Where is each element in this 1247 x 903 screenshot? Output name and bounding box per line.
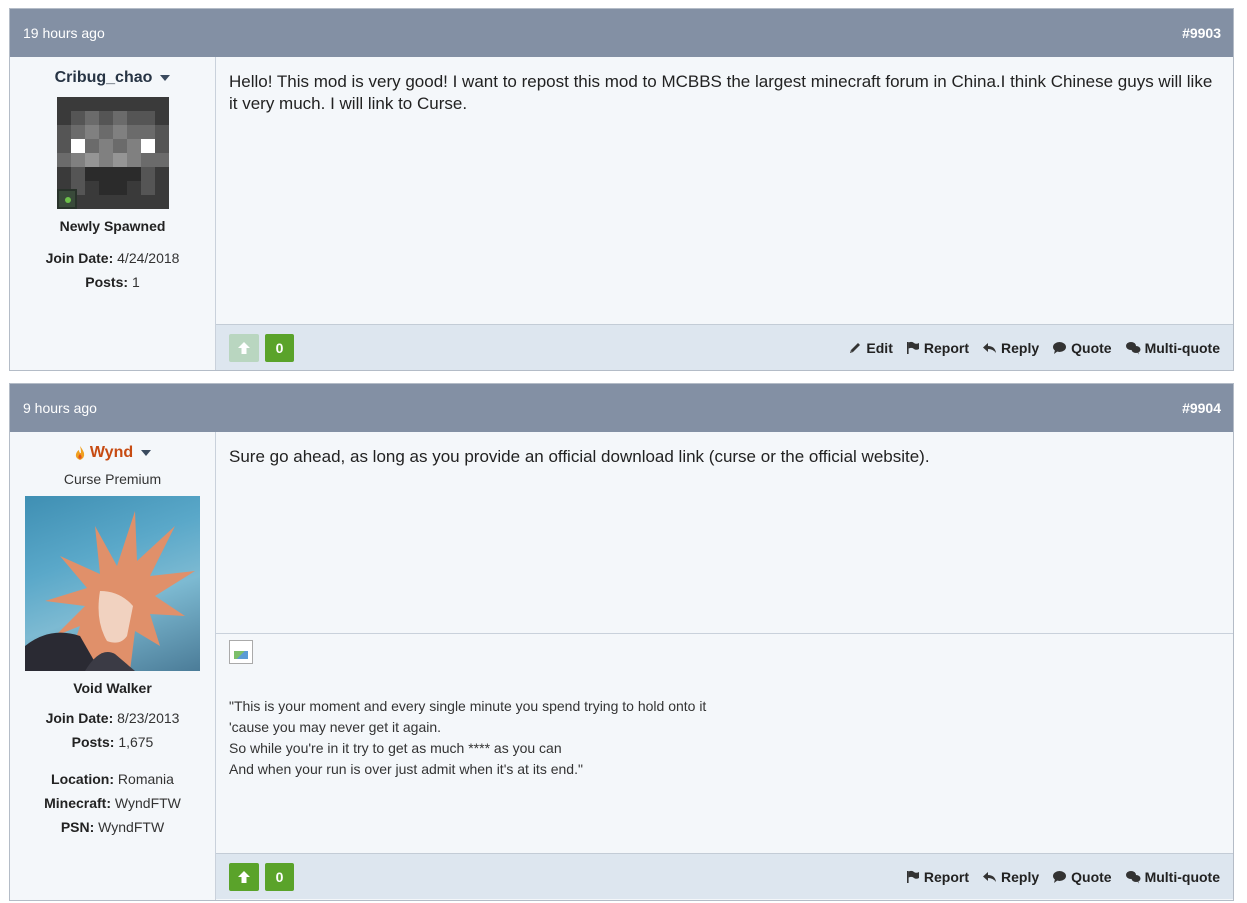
chevron-down-icon[interactable] [160,75,171,81]
post-footer: 0 Edit Report Reply Quote Multi-quote [216,324,1233,370]
location-label: Location: [51,771,115,787]
multi-quote-label[interactable]: Multi-quote [1145,340,1220,356]
post-message: Sure go ahead, as long as you provide an… [229,447,930,466]
report-button[interactable]: Report [906,869,969,885]
vote-score: 0 [265,333,294,362]
join-date: Join Date: 8/23/2013 [10,706,215,730]
post-count-value: 1 [131,274,140,290]
author-title: Curse Premium [63,471,162,487]
reply-button[interactable]: Reply [982,869,1039,885]
reply-button[interactable]: Reply [982,340,1039,356]
author-name-link[interactable]: Cribug_chao [55,69,153,87]
post-time: 19 hours ago [23,25,105,41]
vote-score: 0 [265,862,294,891]
post-count-value: 1,675 [118,734,154,750]
reply-label[interactable]: Reply [1001,340,1039,356]
minecraft-label: Minecraft: [44,795,112,811]
post-time: 9 hours ago [23,400,97,416]
report-label[interactable]: Report [924,869,969,885]
speech-bubble-icon [1053,870,1067,883]
reply-icon [983,342,996,353]
post-header: 19 hours ago #9903 [10,9,1233,57]
minecraft-value: WyndFTW [114,795,181,811]
edit-button[interactable]: Edit [848,340,893,356]
post-number-link[interactable]: #9904 [1182,400,1221,416]
flag-icon [906,341,919,354]
quote-button[interactable]: Quote [1052,869,1112,885]
broken-image-icon [229,640,253,664]
reply-icon [983,871,996,882]
author-name[interactable]: Wynd [74,444,152,462]
multi-quote-button[interactable]: Multi-quote [1125,869,1220,885]
post-count-label: Posts: [85,274,129,290]
post-count-label: Posts: [71,734,115,750]
signature-line: And when your run is over just admit whe… [229,761,583,777]
upvote-button[interactable] [229,333,259,362]
edit-label[interactable]: Edit [866,340,892,356]
author-name-link[interactable]: Wynd [90,444,133,462]
post-number-link[interactable]: #9903 [1182,25,1221,41]
join-date-label: Join Date: [45,710,114,726]
profile-location: Location: Romania [10,767,215,791]
signature-line: So while you're in it try to get as much… [229,740,562,756]
avatar[interactable] [25,496,200,671]
upvote-button[interactable] [229,862,259,891]
profile-psn: PSN: WyndFTW [10,815,215,839]
psn-label: PSN: [60,819,95,835]
post-9903: 19 hours ago #9903 Cribug_chao Newly Spa… [9,8,1234,371]
flag-icon [906,870,919,883]
speech-bubble-icon [1053,341,1067,354]
report-button[interactable]: Report [906,340,969,356]
author-rank: Void Walker [73,680,152,696]
speech-bubbles-icon [1125,870,1141,883]
join-date-label: Join Date: [45,250,114,266]
author-name[interactable]: Cribug_chao [55,69,171,87]
quote-label[interactable]: Quote [1071,340,1111,356]
post-9904: 9 hours ago #9904 Wynd Curse Premium Voi… [9,383,1234,901]
post-message: Hello! This mod is very good! I want to … [229,72,1213,113]
author-sidebar: Wynd Curse Premium Void Walker Join Date… [10,432,216,900]
multi-quote-label[interactable]: Multi-quote [1145,869,1220,885]
join-date-value: 8/23/2013 [117,710,180,726]
post-footer: 0 Report Reply Quote Multi-quote [216,853,1233,899]
arrow-up-icon [238,870,250,883]
chevron-down-icon[interactable] [141,450,152,456]
reply-label[interactable]: Reply [1001,869,1039,885]
join-date-value: 4/24/2018 [117,250,180,266]
author-sidebar: Cribug_chao Newly Spawned Join Date: 4/2… [10,57,216,370]
pencil-icon [850,342,861,353]
quote-button[interactable]: Quote [1052,340,1112,356]
avatar[interactable] [56,97,169,209]
post-count: Posts: 1,675 [10,730,215,754]
flame-icon [75,446,85,460]
report-label[interactable]: Report [924,340,969,356]
quote-label[interactable]: Quote [1071,869,1111,885]
signature-line: 'cause you may never get it again. [229,719,442,735]
signature: "This is your moment and every single mi… [216,633,1233,853]
speech-bubbles-icon [1125,341,1141,354]
post-count: Posts: 1 [10,270,215,294]
author-rank: Newly Spawned [59,218,166,234]
online-status-icon [56,189,77,209]
location-value: Romania [117,771,174,787]
psn-value: WyndFTW [98,819,165,835]
multi-quote-button[interactable]: Multi-quote [1125,340,1220,356]
profile-minecraft: Minecraft: WyndFTW [10,791,215,815]
join-date: Join Date: 4/24/2018 [10,246,215,270]
arrow-up-icon [238,341,250,354]
post-header: 9 hours ago #9904 [10,384,1233,432]
avatar-image [25,511,195,671]
signature-line: "This is your moment and every single mi… [229,698,707,714]
